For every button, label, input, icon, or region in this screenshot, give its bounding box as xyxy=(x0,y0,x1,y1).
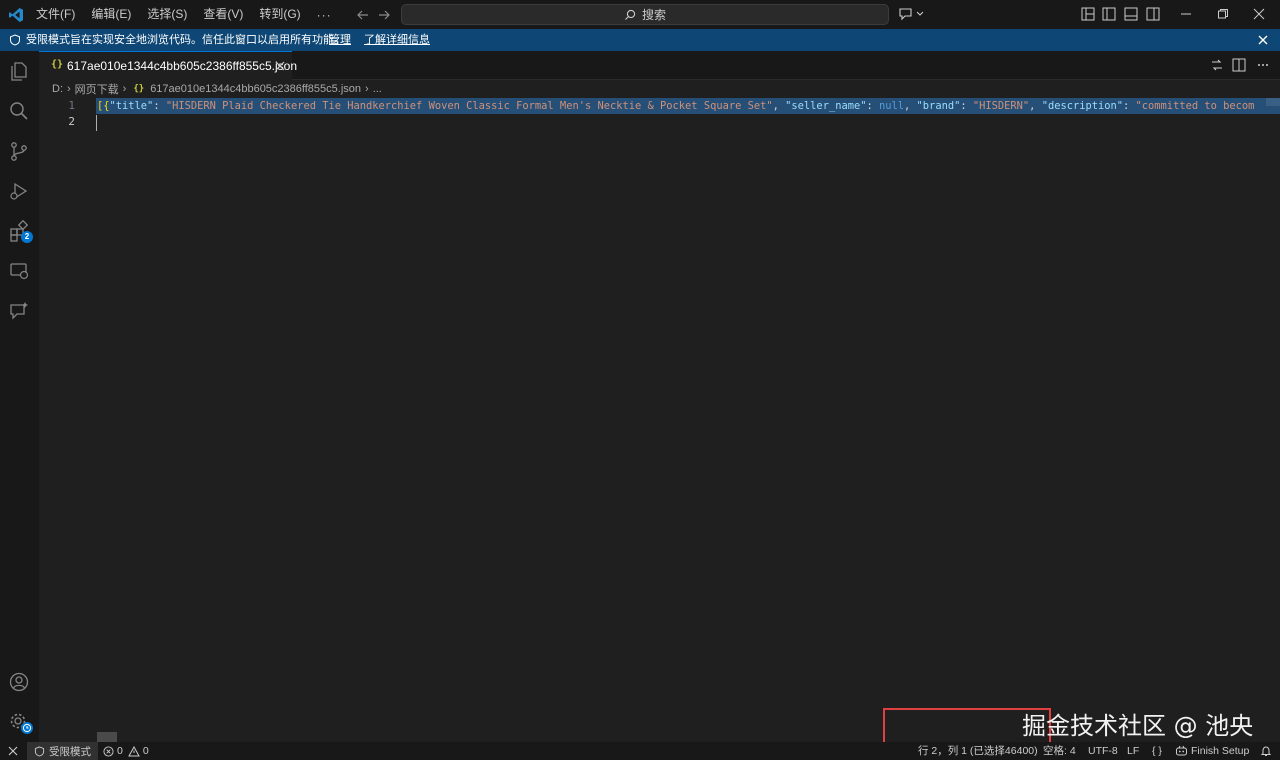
json-file-icon: {} xyxy=(51,59,64,70)
breadcrumb-drive[interactable]: D: xyxy=(52,83,63,95)
restricted-mode-status[interactable]: 受限模式 xyxy=(27,742,98,760)
run-and-debug-icon[interactable] xyxy=(8,180,30,202)
code-line-1[interactable]: [{"title": "HISDERN Plaid Checkered Tie … xyxy=(97,98,1254,114)
menu-more[interactable]: ··· xyxy=(309,8,340,22)
warning-icon xyxy=(127,745,140,757)
code-token: : xyxy=(1123,100,1136,112)
search-view-icon[interactable] xyxy=(8,100,30,122)
forward-arrow-icon[interactable] xyxy=(376,7,392,23)
vscode-logo-icon xyxy=(8,7,24,23)
split-editor-icon[interactable] xyxy=(1232,58,1246,72)
source-control-icon[interactable] xyxy=(8,140,30,162)
search-placeholder: 搜索 xyxy=(641,8,666,22)
code-token: [{ xyxy=(97,100,110,112)
language-mode[interactable]: { } xyxy=(1152,742,1162,760)
finish-setup-button[interactable]: Finish Setup xyxy=(1175,742,1249,760)
compare-changes-icon[interactable] xyxy=(1210,58,1224,72)
shield-icon xyxy=(9,34,21,46)
accounts-icon[interactable] xyxy=(8,671,30,693)
text-cursor xyxy=(96,115,97,131)
code-token: : xyxy=(153,100,166,112)
code-editor[interactable]: 1 2 [{"title": "HISDERN Plaid Checkered … xyxy=(39,98,1280,742)
menu-bar: 文件(F) 编辑(E) 选择(S) 查看(V) 转到(G) ··· xyxy=(28,0,340,29)
search-icon xyxy=(624,9,636,21)
indentation[interactable]: 空格: 4 xyxy=(1043,742,1076,760)
scrollbar-selection-marker xyxy=(1266,98,1280,106)
code-token: , xyxy=(904,100,917,112)
code-token: "HISDERN" xyxy=(972,100,1030,112)
code-token: "HISDERN Plaid Checkered Tie Handkerchie… xyxy=(165,100,773,112)
error-count: 0 xyxy=(117,745,123,757)
menu-go[interactable]: 转到(G) xyxy=(251,0,308,29)
title-bar: 文件(F) 编辑(E) 选择(S) 查看(V) 转到(G) ··· 搜索 xyxy=(0,0,1280,29)
breadcrumb: D: › 网页下载 › {} 617ae010e1344c4bb605c2386… xyxy=(39,80,1280,98)
restricted-mode-banner: 受限模式旨在实现安全地浏览代码。信任此窗口以启用所有功能。 管理 了解详细信息 xyxy=(0,29,1280,51)
cursor-position[interactable]: 行 2，列 1 (已选择46400) xyxy=(918,742,1038,760)
banner-manage-link[interactable]: 管理 xyxy=(329,29,351,51)
restore-icon[interactable] xyxy=(1217,8,1229,20)
tab-json-file[interactable]: {} 617ae010e1344c4bb605c2386ff855c5.json xyxy=(39,51,297,80)
code-token: "committed to becom xyxy=(1135,100,1255,112)
chevron-right-icon: › xyxy=(67,83,71,95)
menu-file[interactable]: 文件(F) xyxy=(28,0,83,29)
code-token: "description" xyxy=(1041,100,1124,112)
problems-status[interactable]: 0 0 xyxy=(103,742,149,760)
code-token: "title" xyxy=(109,100,154,112)
close-banner-icon[interactable] xyxy=(1257,34,1269,46)
toggle-primary-sidebar-icon[interactable] xyxy=(1102,7,1116,21)
more-actions-icon[interactable] xyxy=(1256,58,1270,72)
toggle-panel-icon[interactable] xyxy=(1124,7,1138,21)
breadcrumb-tail[interactable]: ... xyxy=(373,83,382,95)
code-token: , xyxy=(772,100,786,112)
chevron-right-icon: › xyxy=(365,83,369,95)
line-number: 2 xyxy=(68,115,75,128)
copilot-chat-icon[interactable] xyxy=(898,6,926,22)
update-clock-icon xyxy=(21,722,33,734)
code-token: null xyxy=(879,100,905,112)
back-arrow-icon[interactable] xyxy=(355,7,371,23)
minimize-icon[interactable] xyxy=(1180,8,1192,20)
end-of-line[interactable]: LF xyxy=(1127,742,1139,760)
customize-layout-icon[interactable] xyxy=(1081,7,1095,21)
code-token: "seller_name" xyxy=(785,100,867,112)
code-token: "brand" xyxy=(916,100,961,112)
finish-setup-label: Finish Setup xyxy=(1191,745,1250,757)
code-token: , xyxy=(1029,100,1042,112)
copilot-icon xyxy=(1175,745,1188,757)
code-token: : xyxy=(960,100,973,112)
close-tab-icon[interactable] xyxy=(275,61,285,71)
command-center-search[interactable]: 搜索 xyxy=(401,4,889,25)
breadcrumb-file[interactable]: 617ae010e1344c4bb605c2386ff855c5.json xyxy=(150,83,361,95)
notifications-bell-icon[interactable] xyxy=(1260,745,1272,757)
remote-indicator-icon[interactable] xyxy=(0,742,26,760)
explorer-icon[interactable] xyxy=(8,60,30,82)
watermark: 掘金技术社区 @ 池央 xyxy=(1022,712,1254,740)
remote-explorer-icon[interactable] xyxy=(8,260,30,282)
tab-label: 617ae010e1344c4bb605c2386ff855c5.json xyxy=(67,59,297,73)
extensions-badge: 2 xyxy=(21,231,33,243)
menu-selection[interactable]: 选择(S) xyxy=(139,0,195,29)
code-token: : xyxy=(866,100,879,112)
horizontal-scrollbar-thumb[interactable] xyxy=(97,732,117,742)
encoding[interactable]: UTF-8 xyxy=(1088,742,1118,760)
toggle-secondary-sidebar-icon[interactable] xyxy=(1146,7,1160,21)
restricted-mode-label: 受限模式 xyxy=(49,745,91,758)
error-icon xyxy=(103,745,114,757)
menu-edit[interactable]: 编辑(E) xyxy=(83,0,139,29)
warning-count: 0 xyxy=(142,745,149,757)
status-bar: 受限模式 0 0 行 2，列 1 (已选择46400) 空格: 4 UTF-8 … xyxy=(0,742,1280,760)
json-file-icon: {} xyxy=(133,84,145,94)
close-window-icon[interactable] xyxy=(1253,8,1265,20)
line-number: 1 xyxy=(68,99,75,112)
chat-icon[interactable] xyxy=(8,300,30,322)
shield-icon xyxy=(34,745,45,757)
banner-learn-more-link[interactable]: 了解详细信息 xyxy=(364,29,430,51)
breadcrumb-folder[interactable]: 网页下载 xyxy=(75,81,119,97)
chevron-right-icon: › xyxy=(122,83,127,95)
menu-view[interactable]: 查看(V) xyxy=(195,0,251,29)
banner-message: 受限模式旨在实现安全地浏览代码。信任此窗口以启用所有功能。 xyxy=(26,34,345,46)
